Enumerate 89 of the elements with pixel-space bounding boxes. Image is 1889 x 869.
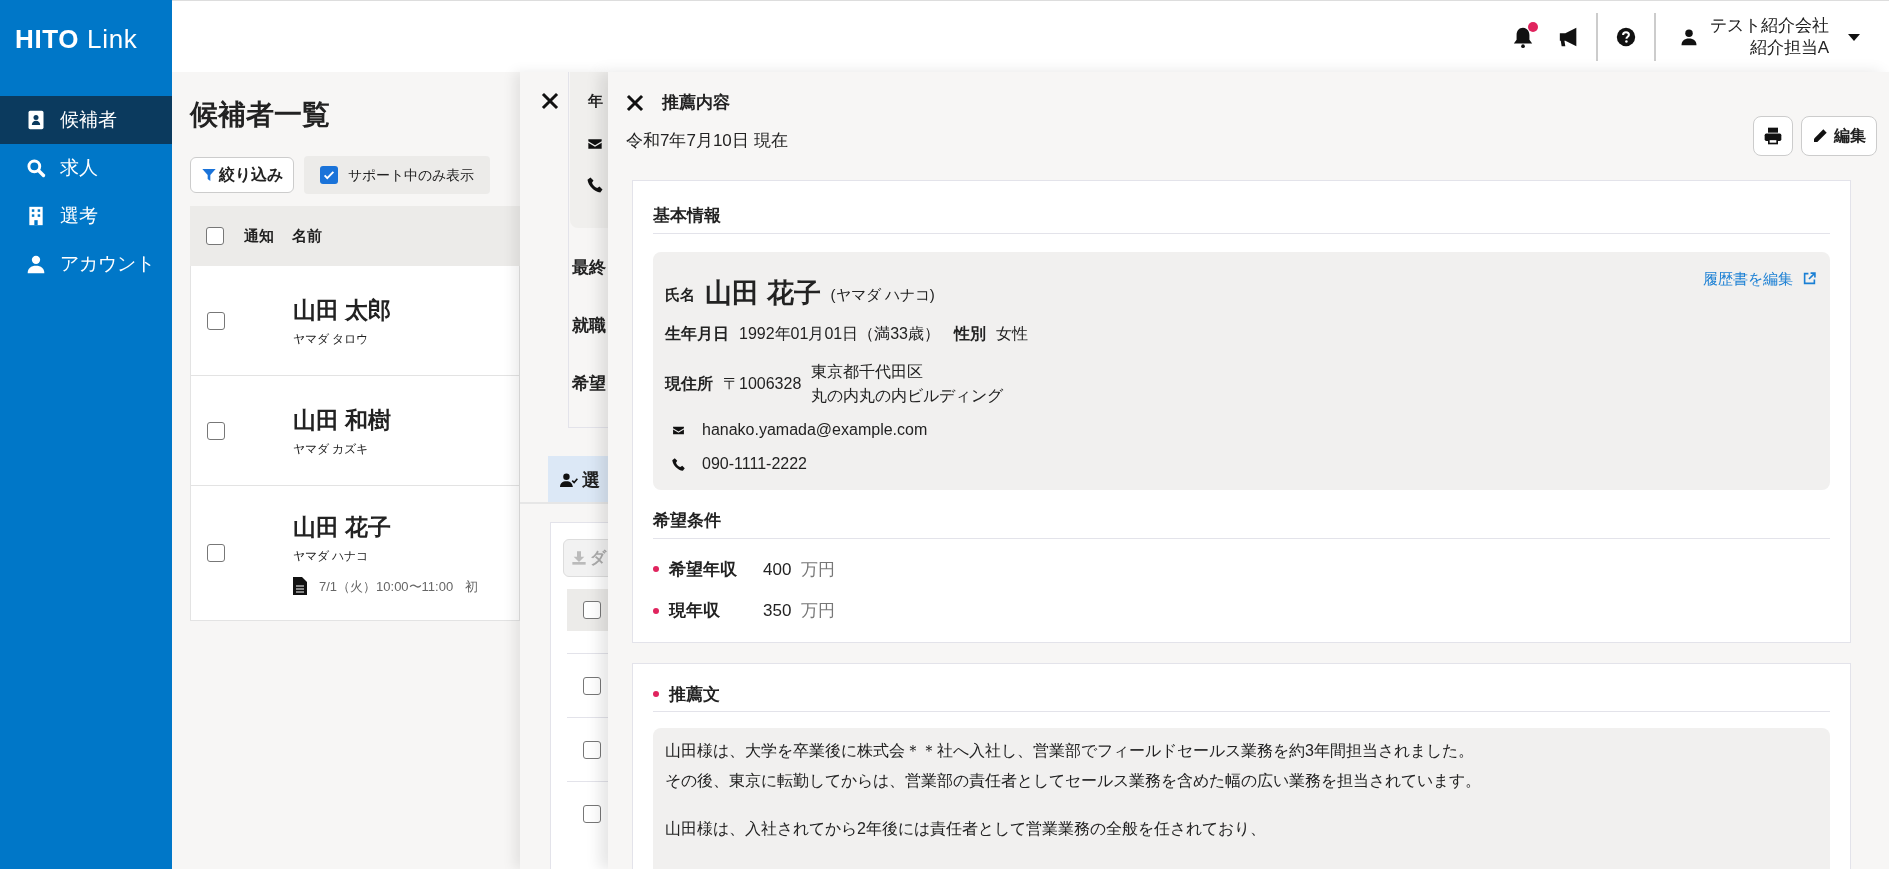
check-icon [322,168,336,182]
external-link-icon [1803,272,1816,286]
label-fragment: 希望 [572,373,606,395]
support-only-toggle[interactable]: サポート中のみ表示 [304,156,490,194]
contact-card-icon [26,110,46,130]
column-header: 通知 [244,225,275,246]
label-fragment: 年 [588,91,603,111]
drawer-title: 推薦内容 [662,92,730,114]
candidate-name: 山田 和樹 [293,406,392,436]
candidate-kana: ヤマダ カズキ [293,440,370,458]
checkbox[interactable] [207,311,225,330]
postal-code: 〒1006328 [723,374,802,394]
close-icon[interactable] [541,92,559,110]
section-heading: 基本情報 [653,205,721,227]
filter-button[interactable]: 絞り込み [190,157,294,193]
mail-icon [586,136,604,152]
address-line: 東京都千代田区 [811,362,925,382]
checkbox[interactable] [583,676,601,695]
as-of-date: 令和7年7月10日 現在 [626,129,788,152]
field-label: 希望年収 [669,558,738,581]
page-title: 候補者一覧 [190,98,331,132]
section-heading: 希望条件 [653,510,721,532]
schedule-text: 7/1（火）10:00〜11:00 [319,577,454,596]
edit-button[interactable]: 編集 [1801,116,1877,156]
label-fragment: 就職 [572,315,606,337]
paragraph-line: 山田様は、入社されてから2年後には責任者として営業業務の全般を任されており、 [665,819,1267,839]
field-label: 氏名 [665,284,695,305]
checkbox[interactable] [206,227,224,245]
field-label: 現住所 [665,374,713,394]
person-icon [26,254,46,274]
email-text: hanako.yamada@example.com [702,420,928,440]
checkbox[interactable] [583,804,601,823]
candidate-name: 山田 太郎 [293,296,392,326]
document-icon [293,577,307,596]
unit-text: 万円 [801,558,836,581]
table-row[interactable]: 山田 太郎 ヤマダ タロウ [190,266,520,376]
candidate-kana: ヤマダ タロウ [293,330,370,348]
print-icon [1763,126,1783,146]
checkbox[interactable] [207,544,225,562]
search-icon [26,158,46,178]
bullet-icon [653,566,659,573]
paragraph-line: その後、東京に転勤してからは、営業部の責任者としてセールス業務を含めた幅の広い業務を担当されています。 [665,771,1482,791]
field-label: 現年収 [669,600,721,622]
checkbox[interactable] [583,740,601,759]
phone-icon [671,456,686,472]
table-row[interactable]: 山田 和樹 ヤマダ カズキ [190,376,520,486]
address-line: 丸の内丸の内ビルディング [811,386,1004,406]
logo: HITO Link [14,23,139,56]
filter-icon [201,167,217,183]
caret-icon [1847,31,1861,42]
sidebar-item[interactable]: 選考 [0,192,172,240]
table-row[interactable]: 山田 花子 ヤマダ ハナコ 7/1（火）10:00〜11:00 初 [190,486,520,621]
person-check-icon [560,472,578,488]
label-fragment: 最終 [572,257,606,279]
field-label: 生年月日 [665,324,729,344]
checkbox[interactable] [583,601,601,619]
field-value: 女性 [996,324,1028,344]
checkbox[interactable] [207,421,225,440]
field-value: 400 [763,558,792,581]
help-icon[interactable] [1616,26,1636,47]
resume-edit-link[interactable]: 履歴書を編集 [1703,267,1816,290]
field-label: 性別 [954,324,986,344]
account-menu[interactable]: テスト紹介会社 紹介担当A [1680,14,1861,59]
sidebar-item[interactable]: 求人 [0,144,172,192]
phone-text: 090-1111-2222 [702,454,807,474]
tab[interactable]: 選 [548,456,608,504]
print-button[interactable] [1753,116,1793,156]
field-value: 1992年01月01日（満33歳） [739,324,940,344]
pencil-icon [1812,128,1828,144]
candidate-name: 山田 花子 [705,277,821,310]
field-value: 350 [763,600,792,622]
candidate-kana: ヤマダ ハナコ [293,547,370,565]
download-icon [571,550,587,566]
section-heading: 推薦文 [669,683,720,706]
unit-text: 万円 [801,600,836,622]
sidebar-item[interactable]: アカウント [0,240,172,288]
schedule-note: 初 [465,577,479,596]
bullet-icon [653,607,659,614]
bullet-icon [653,691,659,698]
bell-icon[interactable] [1512,25,1534,48]
building-icon [26,206,46,226]
checkbox[interactable] [320,166,338,184]
column-header: 名前 [292,225,322,246]
sidebar-item[interactable]: 候補者 [0,96,172,144]
candidate-kana: (ヤマダ ハナコ) [830,284,935,305]
candidate-name: 山田 花子 [293,513,393,542]
close-icon[interactable] [626,93,644,112]
phone-icon [586,176,604,194]
paragraph-line: 山田様は、大学を卒業後に株式会＊＊社へ入社し、営業部でフィールドセールス業務を約3年間担当されました。 [665,741,1475,761]
